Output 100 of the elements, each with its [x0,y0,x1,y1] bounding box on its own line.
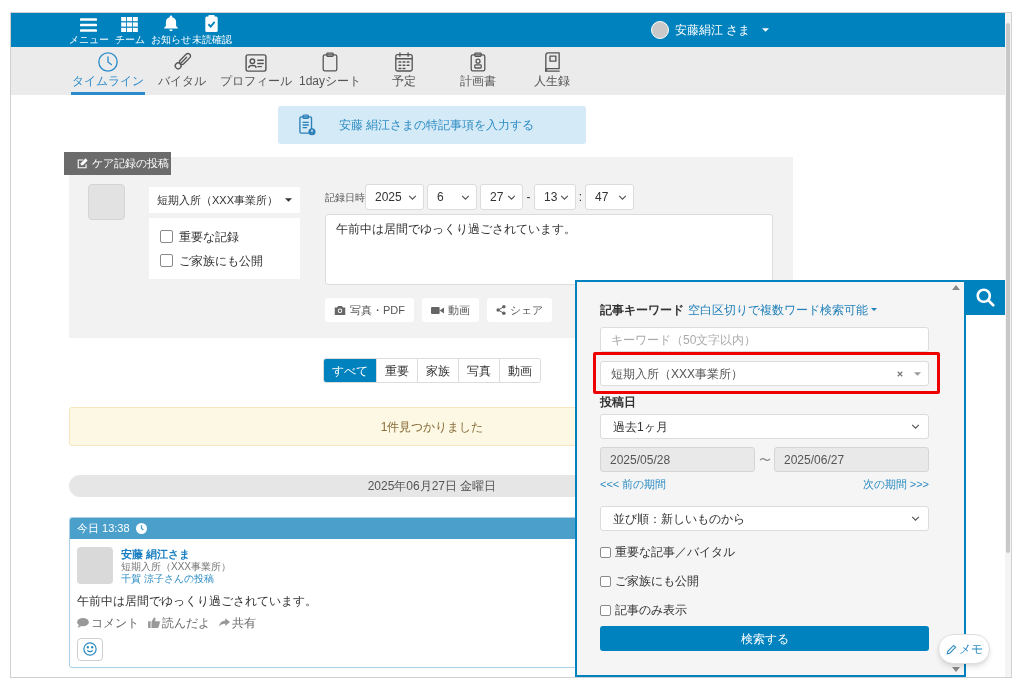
checkbox[interactable] [160,230,173,243]
clear-icon[interactable] [897,370,903,377]
post-text: 午前中は居間でゆっくり過ごされています。 [77,593,317,608]
facility-text: 短期入所（XXX事業所） [121,560,231,573]
field-label: 記事キーワード [600,302,684,317]
chevron-down-icon [618,194,627,200]
user-menu[interactable]: 安藤絹江 さま [650,21,769,39]
keyword-input[interactable]: キーワード（50文字以内） [600,327,929,352]
camera-icon [334,305,346,315]
period-select[interactable]: 過去1ヶ月 [600,414,929,439]
action-link[interactable]: 読んだよ [148,615,210,630]
range-separator: 〜 [757,451,772,469]
checkbox[interactable] [160,254,173,267]
clock-icon [135,523,147,534]
action-link[interactable]: コメント [77,615,139,630]
attach-button[interactable]: シェア [487,298,552,322]
checkbox-label[interactable]: ご家族にも公開 [179,253,263,268]
checkbox-label[interactable]: 記事のみ表示 [615,603,687,617]
caret-down-icon [762,28,769,32]
thumbs-up-icon [148,617,160,628]
pencil-icon [945,643,957,655]
chevron-down-icon [408,194,417,200]
avatar-placeholder [650,21,669,39]
memo-button[interactable]: メモ [938,634,990,664]
chevron-down-icon [911,424,920,429]
chevron-down-icon [461,194,470,200]
id-badge-icon [470,52,486,72]
chevron-down-icon [560,194,569,200]
nav-tab[interactable]: 人生録 [515,47,589,95]
grid-icon [121,17,138,32]
clipboard-alert-icon [299,114,316,136]
nav-tab[interactable]: 1dayシート [293,47,367,95]
clipboard-icon [322,52,338,72]
nav-tab[interactable]: バイタル [145,47,219,95]
select-box[interactable]: 6 [427,184,477,210]
caret-down-icon [285,198,292,202]
resident-name-link[interactable]: 安藤 絹江さま [121,548,191,561]
filter-tab[interactable]: すべて [324,359,376,382]
separator-text: - [525,189,532,206]
edit-icon [77,158,88,169]
date-field[interactable]: 2025/06/27 [774,447,929,472]
field-label: 記録日時 [325,190,365,205]
checkbox-label[interactable]: 重要な記録 [179,229,239,244]
hint-link[interactable]: 空白区切りで複数ワード検索可能 [688,302,877,317]
bell-icon [163,15,178,32]
nav-button[interactable]: チーム [109,15,150,45]
photo-placeholder [88,184,125,220]
checkbox[interactable] [600,575,611,587]
filter-tab[interactable]: 動画 [499,359,540,382]
search-icon [976,288,995,307]
scroll-up-icon[interactable] [952,285,960,290]
nav-tab[interactable]: 予定 [367,47,441,95]
book-icon [543,52,561,72]
thermometer-icon [172,52,192,72]
nav-button[interactable]: メニュー [68,15,109,45]
action-link[interactable]: 共有 [219,615,256,630]
checkbox[interactable] [600,546,611,558]
calendar-icon [395,52,413,72]
search-toggle[interactable] [966,280,1005,315]
previous-period-link[interactable]: <<< 前の期間 [600,475,667,493]
caret-down-icon [914,371,921,376]
video-camera-icon [431,305,444,315]
speech-bubble-icon [77,617,89,628]
facility-dropdown[interactable]: 短期入所（XXX事業所） [149,187,300,213]
next-period-link[interactable]: 次の期間 >>> [862,475,929,493]
smiley-icon [83,642,97,656]
chevron-down-icon [911,516,920,521]
select-box[interactable]: 13 [534,184,576,210]
facility-select[interactable]: 短期入所（XXX事業所） [600,361,929,386]
select-box[interactable]: 27 [480,184,523,210]
field-label: 投稿日 [600,395,636,409]
post-time: 今日 13:38 [77,521,130,537]
nav-button[interactable]: お知らせ [150,15,191,45]
caret-down-icon [871,308,877,311]
sort-select[interactable]: 並び順：新しいものから [600,506,929,531]
menu-icon [80,18,97,32]
section-title: ケア記録の投稿 [92,156,169,172]
share-arrow-icon [219,618,230,627]
attach-button[interactable]: 写真・PDF [325,298,414,322]
author-link[interactable]: 千賀 涼子さんの投稿 [121,573,214,586]
photo-placeholder [77,547,113,584]
id-card-icon [245,54,267,72]
scroll-down-icon[interactable] [952,667,960,672]
separator-text: : [577,189,584,206]
search-button[interactable]: 検索する [600,626,929,651]
chevron-down-icon [507,194,516,200]
date-field[interactable]: 2025/05/28 [600,447,755,472]
select-box[interactable]: 47 [585,184,634,210]
clock-icon [98,52,118,72]
checkbox[interactable] [600,604,611,616]
checkbox-label[interactable]: ご家族にも公開 [615,574,699,588]
nav-button[interactable]: 未読確認 [191,15,232,45]
checkbox-label[interactable]: 重要な記事／バイタル [615,545,735,559]
select-box[interactable]: 2025 [365,184,424,210]
reaction-button[interactable] [77,637,103,661]
nav-tab[interactable]: 計画書 [441,47,515,95]
nav-tab[interactable]: プロフィール [219,47,293,95]
scrollbar-thumb[interactable] [1006,23,1010,553]
attach-button[interactable]: 動画 [422,298,479,322]
post-textarea[interactable]: 午前中は居間でゆっくり過ごされています。 [325,214,773,285]
